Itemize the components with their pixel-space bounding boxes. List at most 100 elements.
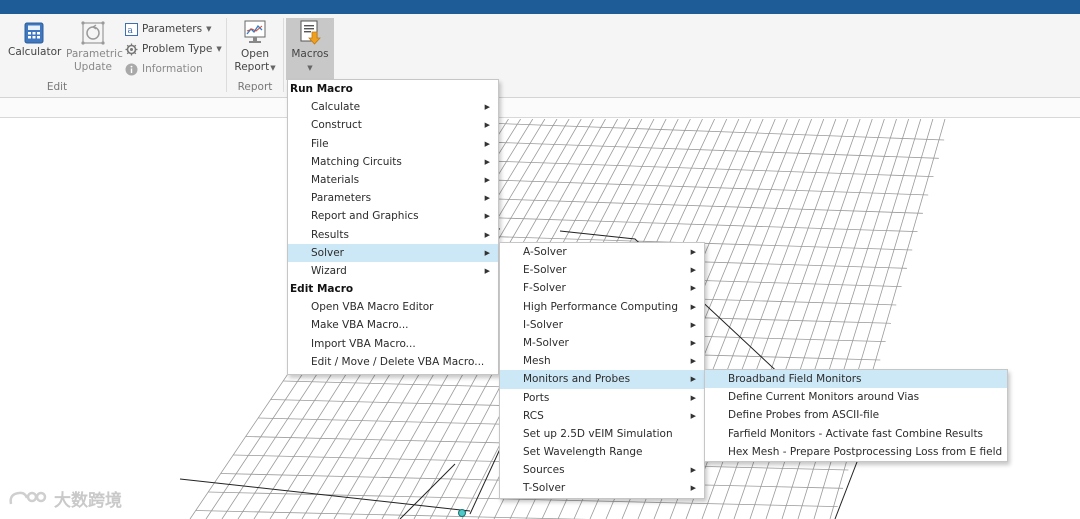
calculator-icon [24,22,44,44]
menu-item-label: M-Solver [523,336,569,349]
solver-list: A-Solver ▶ E-Solver ▶ F-Solver ▶ High Performa… [500,243,704,498]
menu-item-materials[interactable]: Materials ▶ [288,171,498,189]
menu-item-label: Set Wavelength Range [523,446,643,459]
monitor-item-broadband-field-monitors[interactable]: Broadband Field Monitors [705,370,1007,389]
chevron-right-icon: ▶ [690,411,696,420]
menu-item-construct[interactable]: Construct ▶ [288,116,498,134]
solver-item-e-solver[interactable]: E-Solver ▶ [500,261,704,279]
solver-submenu: A-Solver ▶ E-Solver ▶ F-Solver ▶ High Performa… [499,242,705,499]
menu-item-label: Parameters [311,192,372,205]
parameters-label: Parameters [142,23,203,35]
solver-item-m-solver[interactable]: M-Solver ▶ [500,334,704,352]
chevron-down-icon: ▼ [216,45,222,53]
solver-item-f-solver[interactable]: F-Solver ▶ [500,279,704,297]
menu-item-make-vba-macro[interactable]: Make VBA Macro... [288,316,498,334]
menu-item-label: Wizard [311,264,347,277]
chevron-right-icon: ▶ [690,393,696,402]
chevron-right-icon: ▶ [690,266,696,275]
menu-item-calculate[interactable]: Calculate ▶ [288,98,498,116]
probe-point[interactable] [458,509,466,517]
chevron-right-icon: ▶ [690,320,696,329]
problem-type-button[interactable]: Problem Type ▼ [125,40,222,58]
monitor-item-define-current-monitors-around-vias[interactable]: Define Current Monitors around Vias [705,388,1007,406]
menu-item-label: Monitors and Probes [523,373,631,386]
report-icon [244,20,266,43]
menu-item-report-and-graphics[interactable]: Report and Graphics ▶ [288,207,498,225]
parametric-update-label-1: Parametric [66,48,123,60]
solver-item-i-solver[interactable]: I-Solver ▶ [500,316,704,334]
macros-label: Macros [291,48,329,60]
solver-item-monitors-and-probes[interactable]: Monitors and Probes ▶ [500,370,704,389]
menu-item-import-vba-macro[interactable]: Import VBA Macro... [288,335,498,353]
open-report-button[interactable]: Open Report▼ [232,20,278,75]
menu-item-parameters[interactable]: Parameters ▶ [288,189,498,207]
problem-type-label: Problem Type [142,43,213,55]
monitor-item-farfield-monitors-activate-fast-combine-results[interactable]: Farfield Monitors - Activate fast Combin… [705,425,1007,443]
menu-item-label: T-Solver [523,482,566,495]
chevron-down-icon: ▼ [206,25,212,33]
macros-button[interactable]: Macros ▼ [286,20,334,75]
solver-item-set-wavelength-range[interactable]: Set Wavelength Range [500,443,704,461]
menu-item-label: High Performance Computing [523,300,679,313]
chevron-down-icon: ▼ [307,64,313,72]
menu-item-file[interactable]: File ▶ [288,135,498,153]
solver-item-sources[interactable]: Sources ▶ [500,461,704,479]
chevron-right-icon: ▶ [484,194,490,203]
menu-item-edit-move-delete-vba-macro[interactable]: Edit / Move / Delete VBA Macro... [288,353,498,371]
menu-item-label: Edit / Move / Delete VBA Macro... [311,355,485,368]
information-button[interactable]: Information [125,60,203,78]
menu-header-edit-macro: Edit Macro [290,283,354,296]
menu-item-label: Calculate [311,101,361,114]
solver-item-ports[interactable]: Ports ▶ [500,389,704,407]
solver-item-mesh[interactable]: Mesh ▶ [500,352,704,370]
macro-menu: Run Macro Calculate ▶ Construct ▶ File ▶ Match… [287,79,499,375]
menu-item-label: Construct [311,119,362,132]
calculator-label: Calculator [8,46,62,58]
solver-item-t-solver[interactable]: T-Solver ▶ [500,479,704,497]
ribbon-separator [226,18,227,92]
open-report-label-1: Open [240,48,270,60]
chevron-right-icon: ▶ [690,484,696,493]
monitor-item-define-probes-from-ascii-file[interactable]: Define Probes from ASCII-file [705,406,1007,424]
menu-item-matching-circuits[interactable]: Matching Circuits ▶ [288,153,498,171]
chevron-right-icon: ▶ [484,266,490,275]
chevron-right-icon: ▶ [690,466,696,475]
ribbon-separator [283,18,284,92]
menu-item-wizard[interactable]: Wizard ▶ [288,262,498,280]
group-label-report: Report [237,81,273,93]
chevron-right-icon: ▶ [484,121,490,130]
watermark-logo-icon [9,491,47,504]
solver-item-set-up-2-5d-veim-simulation[interactable]: Set up 2.5D vEIM Simulation [500,425,704,443]
menu-item-label: Define Current Monitors around Vias [728,391,920,404]
edit-macro-list: Open VBA Macro Editor Make VBA Macro... Im… [288,298,498,371]
menu-item-label: Ports [523,391,550,404]
solver-item-a-solver[interactable]: A-Solver ▶ [500,243,704,261]
parametric-update-icon [81,21,105,45]
menu-item-label: I-Solver [523,318,563,331]
chevron-right-icon: ▶ [690,302,696,311]
menu-item-label: Solver [311,246,344,259]
menu-item-label: Report and Graphics [311,210,419,223]
monitors-list: Broadband Field Monitors Define Current M… [705,370,1007,461]
menu-item-solver[interactable]: Solver ▶ [288,243,498,262]
chevron-right-icon: ▶ [484,139,490,148]
macros-icon [300,20,321,45]
chevron-right-icon: ▶ [484,175,490,184]
chevron-right-icon: ▶ [690,375,696,384]
watermark: 大数跨境 [8,486,122,511]
run-macro-list: Calculate ▶ Construct ▶ File ▶ Matching Circui… [288,98,498,280]
menu-item-label: F-Solver [523,282,566,295]
solver-item-rcs[interactable]: RCS ▶ [500,407,704,425]
information-label: Information [142,63,203,75]
parameters-button[interactable]: a Parameters ▼ [125,20,212,38]
solver-item-high-performance-computing[interactable]: High Performance Computing ▶ [500,298,704,316]
menu-item-label: Matching Circuits [311,155,402,168]
menu-item-results[interactable]: Results ▶ [288,226,498,244]
menu-item-label: Hex Mesh - Prepare Postprocessing Loss f… [728,445,1003,458]
menu-item-label: Materials [311,173,360,186]
monitor-item-hex-mesh-prepare-postprocessing-loss-from-e-field[interactable]: Hex Mesh - Prepare Postprocessing Loss f… [705,443,1007,461]
calculator-button[interactable]: Calculator [8,22,62,59]
menu-item-label: Results [311,228,349,241]
menu-item-open-vba-macro-editor[interactable]: Open VBA Macro Editor [288,298,498,316]
parametric-update-button[interactable]: Parametric Update [66,20,123,74]
